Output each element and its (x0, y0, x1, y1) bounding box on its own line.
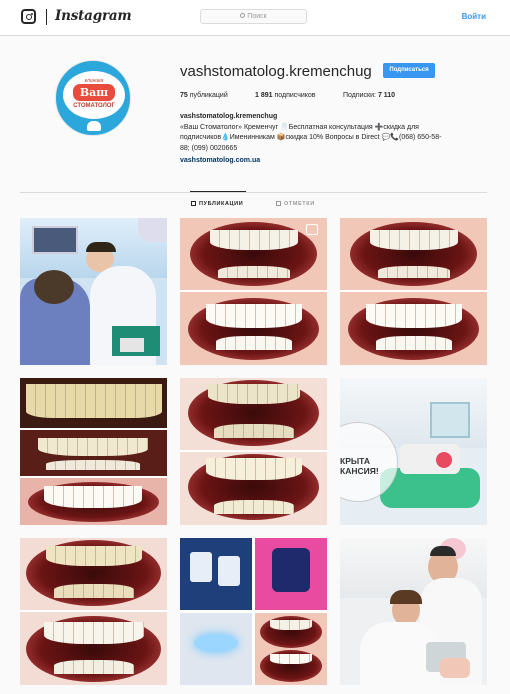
post-thumbnail[interactable] (340, 538, 487, 685)
overlay-line-2: КАНСИЯ! (340, 466, 379, 476)
avatar[interactable]: клиника Ваш СТОМАТОЛОГ (55, 60, 131, 136)
followers-label: подписчиков (274, 92, 316, 99)
tab-posts-label: Публикации (199, 201, 244, 207)
avatar-logo-bottom-text: СТОМАТОЛОГ (73, 103, 115, 109)
bio-line-2: подписчиков💧Именинникам 📦скидка 10% Вопр… (180, 134, 442, 141)
login-link[interactable]: Войти (462, 12, 486, 21)
posts-label: публикаций (189, 92, 228, 99)
follow-button[interactable]: Подписаться (383, 63, 435, 78)
post-thumbnail[interactable] (20, 378, 167, 525)
instagram-wordmark[interactable]: Instagram (55, 8, 132, 24)
tab-posts[interactable]: Публикации (191, 201, 243, 207)
overlay-line-1: КРЫТА (340, 456, 370, 466)
stat-following[interactable]: Подписки: 7 110 (343, 92, 395, 99)
post-thumbnail[interactable] (20, 538, 167, 685)
carousel-icon (306, 224, 318, 235)
post-thumbnail[interactable] (180, 378, 327, 525)
followers-count: 1 891 (255, 92, 273, 99)
avatar-logo-main-text: Ваш (73, 84, 115, 101)
stat-followers[interactable]: 1 891 подписчиков (255, 92, 316, 99)
instagram-camera-icon[interactable] (21, 9, 36, 24)
avatar-logo: клиника Ваш СТОМАТОЛОГ (63, 71, 125, 119)
search-placeholder: Поиск (247, 13, 267, 20)
tabs-divider (20, 192, 487, 193)
top-nav: Instagram Поиск Войти (0, 0, 510, 36)
post-thumbnail[interactable] (180, 538, 327, 685)
tooth-icon (87, 121, 101, 131)
post-thumbnail[interactable] (20, 218, 167, 365)
post-thumbnail[interactable]: КРЫТА КАНСИЯ! (340, 378, 487, 525)
following-count: 7 110 (377, 92, 396, 99)
tagged-icon (276, 201, 281, 206)
bio-name: vashstomatolog.kremenchug (180, 113, 278, 120)
post-overlay-text: КРЫТА КАНСИЯ! (340, 456, 379, 476)
search-input[interactable]: Поиск (200, 9, 307, 24)
bio-line-3: 88; (099) 0020665 (180, 144, 238, 152)
bio-website-link[interactable]: vashstomatolog.com.ua (180, 156, 492, 167)
active-tab-indicator (190, 191, 246, 192)
stat-posts: 75 публикаций (180, 92, 228, 99)
following-label: Подписки: (343, 92, 376, 99)
bio-line-1: «Ваш Стоматолог» Кременчуг 🦷Бесплатная к… (180, 123, 419, 131)
profile-username: vashstomatolog.kremenchug (180, 63, 372, 80)
tab-tagged-label: Отметки (284, 201, 315, 207)
profile-bio: vashstomatolog.kremenchug «Ваш Стоматоло… (180, 112, 492, 167)
tab-tagged[interactable]: Отметки (276, 201, 315, 207)
posts-count: 75 (180, 92, 188, 99)
post-thumbnail[interactable] (340, 218, 487, 365)
grid-icon (191, 201, 196, 206)
search-icon (240, 12, 246, 18)
post-thumbnail[interactable] (180, 218, 327, 365)
logo-divider (46, 9, 47, 25)
post-grid: КРЫТА КАНСИЯ! (20, 218, 487, 694)
